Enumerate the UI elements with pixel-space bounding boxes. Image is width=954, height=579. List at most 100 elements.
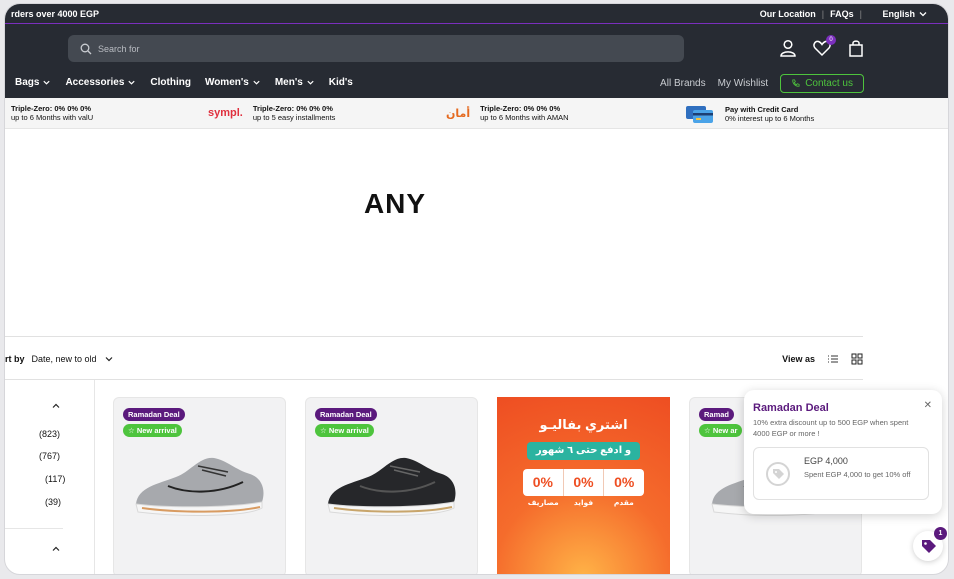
rewards-floating-button[interactable]: 1	[913, 527, 947, 561]
language-selector[interactable]: English	[882, 9, 928, 19]
main-nav: Bags Accessories Clothing Women's Men's …	[15, 77, 353, 88]
nav-item-mens[interactable]: Men's	[275, 77, 315, 88]
payment-options-bar: Triple-Zero: 0% 0% 0% up to 6 Months with…	[5, 98, 948, 129]
payment-text: Triple-Zero: 0% 0% 0% up to 5 easy instal…	[253, 104, 336, 122]
chevron-down-icon	[43, 80, 51, 85]
nav-item-clothing[interactable]: Clothing	[150, 77, 191, 88]
close-icon[interactable]: ✕	[924, 400, 932, 411]
chevron-down-icon	[307, 80, 314, 85]
ramadan-deal-tag: Ramadan Deal	[123, 408, 185, 421]
contact-us-button[interactable]: Contact us	[780, 74, 864, 93]
popup-offer-box: EGP 4,000 Spent EGP 4,000 to get 10% off	[753, 447, 929, 500]
ramadan-deal-tag: Ramadan Deal	[315, 408, 377, 421]
banner-zero-percent-boxes: 0% 0% 0%	[523, 469, 644, 496]
nav-label: Women's	[204, 77, 249, 88]
nav-item-kids[interactable]: Kid's	[329, 77, 353, 88]
filter-count: (117)	[45, 474, 66, 484]
nav-item-accessories[interactable]: Accessories	[65, 77, 136, 88]
wishlist-count-badge: 0	[826, 35, 836, 45]
new-arrival-tag: ☆ New arrival	[123, 424, 182, 437]
new-arrival-tag: ☆ New ar	[699, 424, 743, 437]
account-icon[interactable]	[778, 38, 798, 58]
banner-label: فوايد	[573, 498, 594, 507]
payment-title: Triple-Zero: 0% 0% 0%	[252, 104, 333, 113]
payment-subtitle: 0% interest up to 6 Months	[725, 114, 815, 123]
zero-percent-box: 0%	[523, 469, 564, 496]
nav-label: Men's	[274, 77, 303, 88]
grid-view-icon[interactable]	[851, 353, 863, 365]
product-card[interactable]: Ramadan Deal ☆ New arrival	[305, 397, 478, 574]
contact-label: Contact us	[805, 78, 853, 89]
offer-note: Spent EGP 4,000 to get 10% off	[804, 470, 911, 479]
divider: |	[859, 9, 862, 19]
offer-amount: EGP 4,000	[804, 456, 848, 466]
divider	[5, 528, 63, 529]
view-toggle: View as	[782, 353, 863, 365]
zero-percent-box: 0%	[614, 474, 635, 490]
banner-labels: مصاريف فوايد مقدم	[523, 498, 644, 507]
filter-count: (39)	[45, 497, 62, 507]
payment-subtitle: up to 6 Months with valU	[11, 113, 94, 122]
popup-description: 10% extra discount up to 500 EGP when sp…	[753, 418, 909, 438]
filter-sidebar: (823) (767) (117) (39)	[5, 380, 95, 574]
product-card[interactable]: Ramadan Deal ☆ New arrival	[113, 397, 286, 574]
payment-title: Triple-Zero: 0% 0% 0%	[11, 104, 92, 113]
search-icon	[80, 43, 92, 54]
aman-logo: أمان	[446, 107, 471, 120]
free-shipping-promo: rders over 4000 EGP	[11, 9, 100, 19]
new-arrival-tag: ☆ New arrival	[315, 424, 374, 437]
zero-percent-box: 0%	[564, 469, 605, 496]
payment-valu[interactable]: Triple-Zero: 0% 0% 0% up to 6 Months with…	[11, 104, 93, 122]
sort-value: Date, new to old	[31, 354, 97, 364]
rewards-count-badge: 1	[934, 527, 947, 540]
ramadan-deal-popup: Ramadan Deal ✕ 10% extra discount up to …	[744, 390, 942, 514]
sort-label: rt by	[5, 354, 25, 364]
chevron-up-icon[interactable]	[51, 544, 61, 554]
search-input[interactable]: Search for	[68, 35, 684, 62]
list-view-icon[interactable]	[827, 353, 839, 365]
faqs-link[interactable]: FAQs	[830, 9, 854, 19]
banner-label: مقدم	[613, 498, 634, 507]
tag-label: New arrival	[136, 426, 177, 435]
chevron-down-icon	[105, 357, 112, 362]
sympl-logo: sympl.	[208, 107, 243, 119]
popup-title: Ramadan Deal	[753, 402, 829, 414]
filter-count: (767)	[39, 451, 61, 461]
payment-subtitle: up to 6 Months with AMAN	[480, 113, 569, 122]
chevron-down-icon	[128, 80, 136, 85]
header-icons: 0	[778, 35, 866, 58]
payment-subtitle: up to 5 easy installments	[252, 113, 336, 122]
payment-credit-card[interactable]: Pay with Credit Card 0% interest up to 6 …	[685, 104, 814, 124]
banner-label: مصاريف	[527, 498, 559, 507]
payment-text: Triple-Zero: 0% 0% 0% up to 6 Months with…	[11, 104, 93, 122]
nav-item-bags[interactable]: Bags	[15, 77, 51, 88]
divider: |	[821, 9, 825, 19]
chevron-up-icon[interactable]	[51, 401, 61, 411]
tag-label: New arrival	[328, 426, 369, 435]
nav-item-womens[interactable]: Women's	[205, 77, 261, 88]
chevron-down-icon	[253, 80, 260, 85]
sort-control[interactable]: rt by Date, new to old	[5, 354, 114, 364]
payment-aman[interactable]: أمان Triple-Zero: 0% 0% 0% up to 6 Months…	[446, 104, 568, 122]
payment-title: Pay with Credit Card	[725, 105, 799, 114]
nav-label: Accessories	[65, 77, 125, 88]
language-label: English	[882, 9, 915, 19]
phone-icon	[792, 79, 800, 87]
browser-frame: rders over 4000 EGP Our Location | FAQs …	[4, 3, 949, 575]
chevron-down-icon	[919, 12, 927, 17]
black-sneaker-image	[327, 457, 456, 516]
payment-text: Pay with Credit Card 0% interest up to 6 …	[725, 105, 814, 123]
cart-bag-icon[interactable]	[846, 38, 866, 58]
all-brands-link[interactable]: All Brands	[660, 78, 706, 89]
collection-title: ANY	[363, 188, 427, 219]
ramadan-deal-tag: Ramad	[699, 408, 735, 421]
site-header: Search for 0 Bags Accessories Clothing W…	[5, 24, 948, 98]
payment-sympl[interactable]: sympl. Triple-Zero: 0% 0% 0% up to 5 easy…	[208, 104, 335, 122]
top-links: Our Location | FAQs |	[760, 9, 862, 19]
our-location-link[interactable]: Our Location	[760, 9, 816, 19]
my-wishlist-link[interactable]: My Wishlist	[718, 78, 769, 89]
valu-promo-banner[interactable]: اشتري بفاليـو و ادفع حتى ٦ شهور 0% 0% 0%…	[497, 397, 670, 574]
header-right-links: All Brands My Wishlist Contact us	[660, 74, 864, 93]
banner-subheadline: و ادفع حتى ٦ شهور	[527, 442, 640, 460]
wishlist-heart-icon[interactable]: 0	[812, 35, 836, 58]
